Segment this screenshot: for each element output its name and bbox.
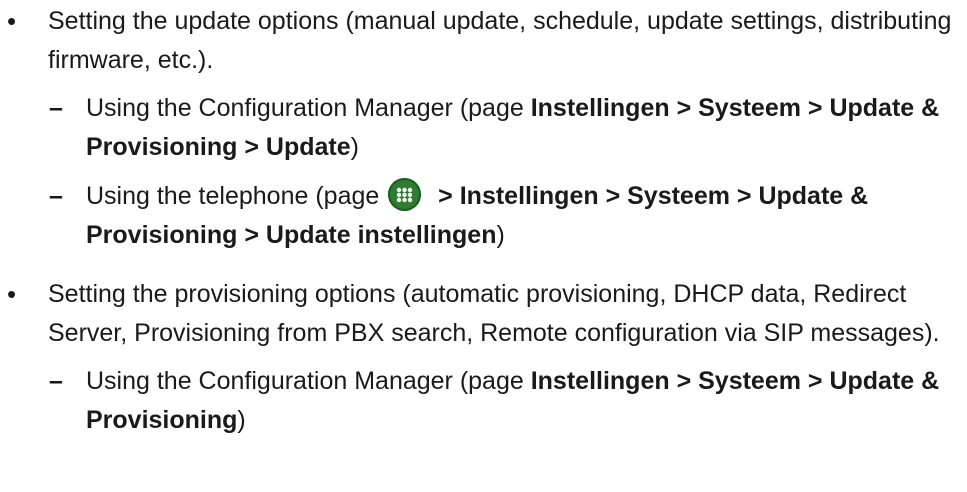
sub-item-telephone: – Using the telephone (page > Instelling… <box>0 177 967 255</box>
document-body: • Setting the update options (manual upd… <box>0 0 967 440</box>
sub-item-prefix: Using the Configuration Manager (page <box>86 94 531 122</box>
sub-list-provisioning: – Using the Configuration Manager (page … <box>0 362 967 440</box>
sub-item-prefix: Using the telephone (page <box>86 182 387 210</box>
bullet-item-update: • Setting the update options (manual upd… <box>0 2 967 80</box>
bullet-marker: • <box>7 279 17 309</box>
sub-item-suffix: ) <box>350 133 359 161</box>
bullet-item-provisioning: • Setting the provisioning options (auto… <box>0 275 967 353</box>
bullet-marker: • <box>7 6 17 36</box>
sub-item-config-manager: – Using the Configuration Manager (page … <box>0 362 967 440</box>
sub-item-config-manager: – Using the Configuration Manager (page … <box>0 89 967 167</box>
bullet-text: Setting the provisioning options (automa… <box>48 280 940 347</box>
apps-grid-icon <box>388 178 422 211</box>
sub-item-suffix: ) <box>496 221 505 249</box>
dash-marker: – <box>49 94 63 122</box>
dash-marker: – <box>49 367 63 395</box>
sub-item-suffix: ) <box>237 406 246 434</box>
dash-marker: – <box>49 182 63 210</box>
bullet-text: Setting the update options (manual updat… <box>48 7 952 74</box>
sub-item-prefix: Using the Configuration Manager (page <box>86 367 531 395</box>
sub-list-update: – Using the Configuration Manager (page … <box>0 89 967 255</box>
